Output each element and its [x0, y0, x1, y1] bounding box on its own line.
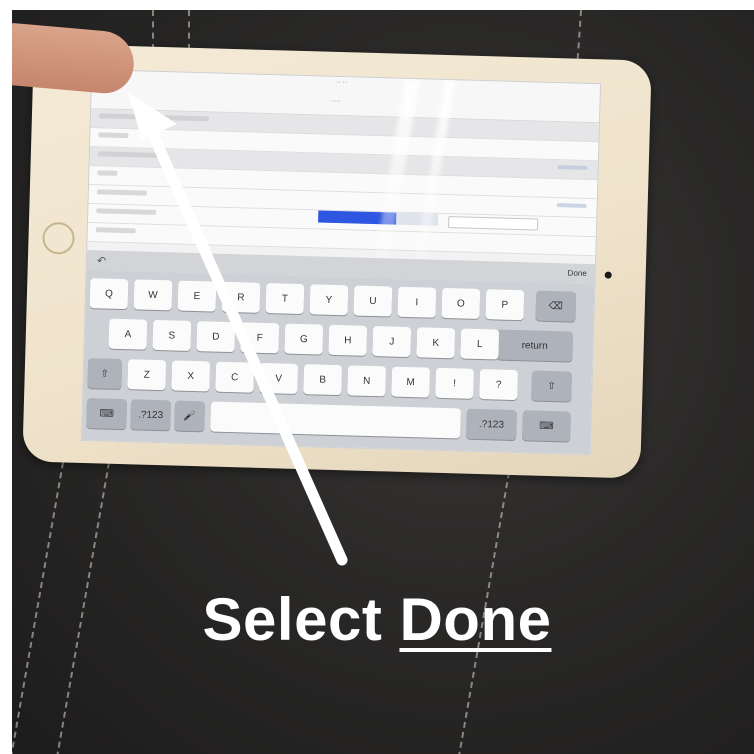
caption-prefix: Select [202, 586, 383, 653]
arrow-shaft [146, 126, 348, 566]
caption-emphasis: Done [399, 586, 552, 653]
arrow-head [128, 92, 177, 140]
instruction-caption: Select Done [0, 585, 754, 654]
